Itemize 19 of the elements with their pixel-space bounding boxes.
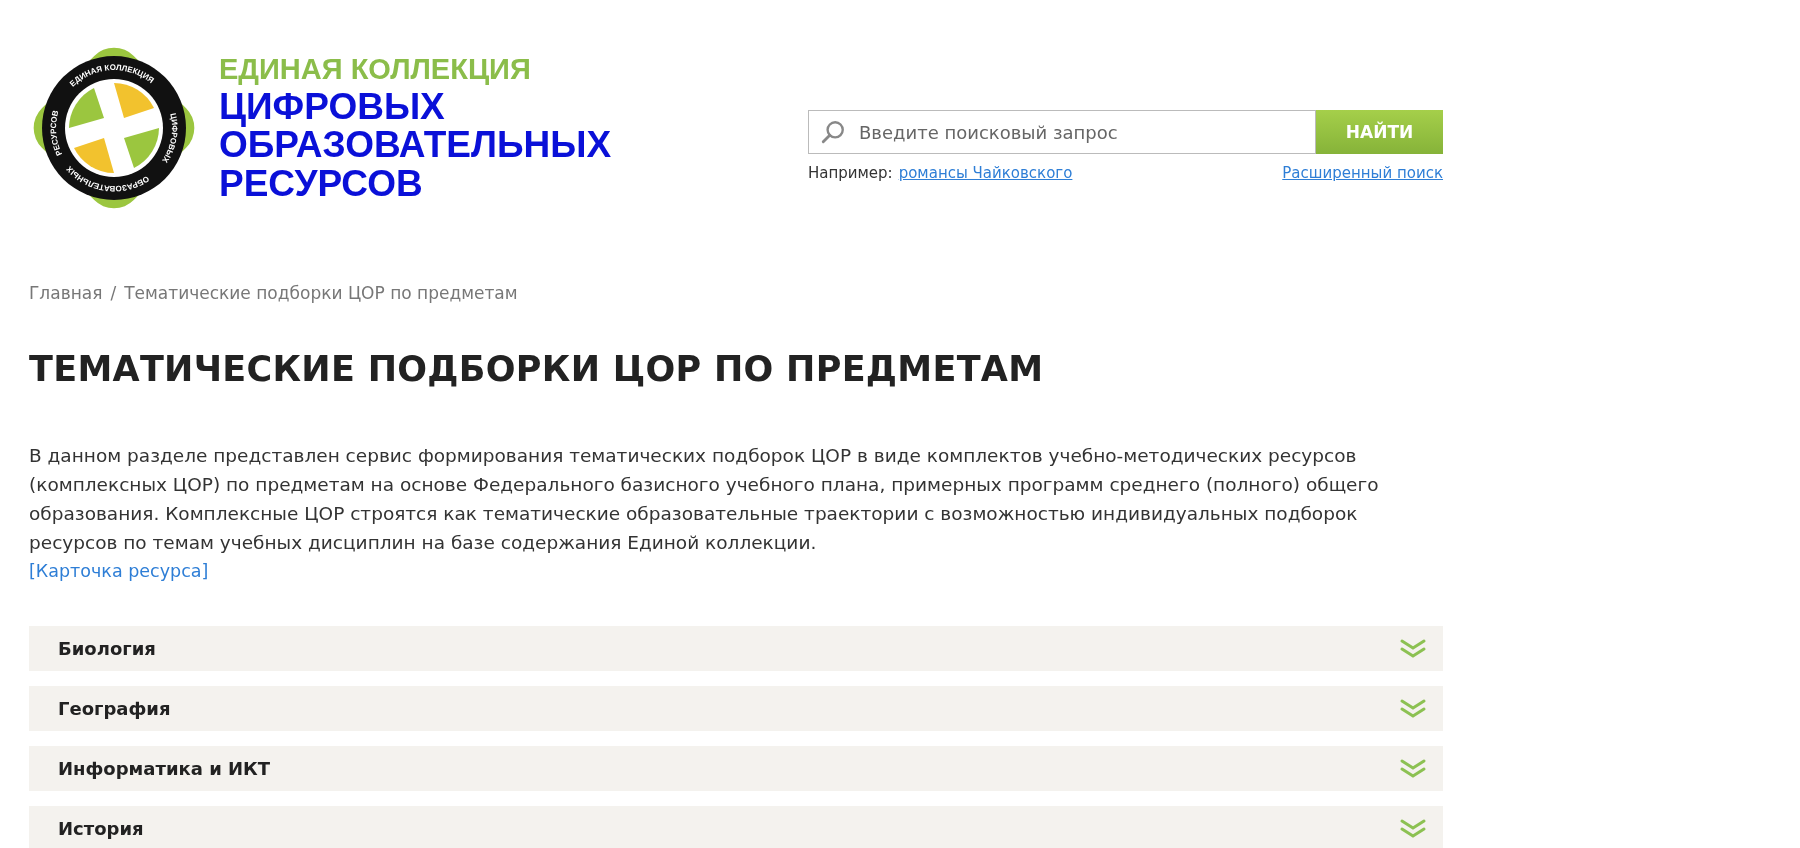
- example-label: Например:: [808, 164, 893, 182]
- breadcrumb-link[interactable]: Тематические подборки ЦОР по предметам: [124, 283, 518, 303]
- resource-card-link[interactable]: [Карточка ресурса]: [29, 557, 209, 586]
- search-field[interactable]: Введите поисковый запрос: [808, 110, 1316, 154]
- description-paragraph: В данном разделе представлен сервис формирования тематических подборок ЦОР в виде комплектов учебно-методических ресурсов (комплексных ЦОР) по предметам на основе Федерального базисного учебного плана, примерных программ среднего (полного) общего образования. Комплексные ЦОР строятся как тематические образовательные траектории с возможностью индивидуальных подборок ресурсов по темам учебных дисциплин на базе содержания Единой коллекции.: [29, 444, 1380, 555]
- example-link[interactable]: романсы Чайковского: [898, 164, 1073, 182]
- subject-accordion-header[interactable]: История: [29, 806, 1443, 848]
- logo-title: РЕСУРСОВ: [219, 164, 424, 203]
- breadcrumb-link[interactable]: Главная: [29, 283, 103, 303]
- subject-accordion-header[interactable]: Биология: [29, 626, 1443, 671]
- logo-title: ОБРАЗОВАТЕЛЬНЫХ: [219, 126, 612, 165]
- logo-title: ЦИФРОВЫХ: [219, 88, 446, 127]
- logo-tagline: ЕДИНАЯ КОЛЛЕКЦИЯ: [219, 55, 532, 85]
- search-icon: [820, 119, 846, 145]
- subject-accordion-header[interactable]: География: [29, 686, 1443, 731]
- page-title: ТЕМАТИЧЕСКИЕ ПОДБОРКИ ЦОР ПО ПРЕДМЕТАМ: [29, 349, 1045, 389]
- breadcrumb-separator: /: [110, 283, 117, 303]
- advanced-search-link[interactable]: Расширенный поиск: [1282, 164, 1443, 182]
- subject-accordion-header[interactable]: Информатика и ИКТ: [29, 746, 1443, 791]
